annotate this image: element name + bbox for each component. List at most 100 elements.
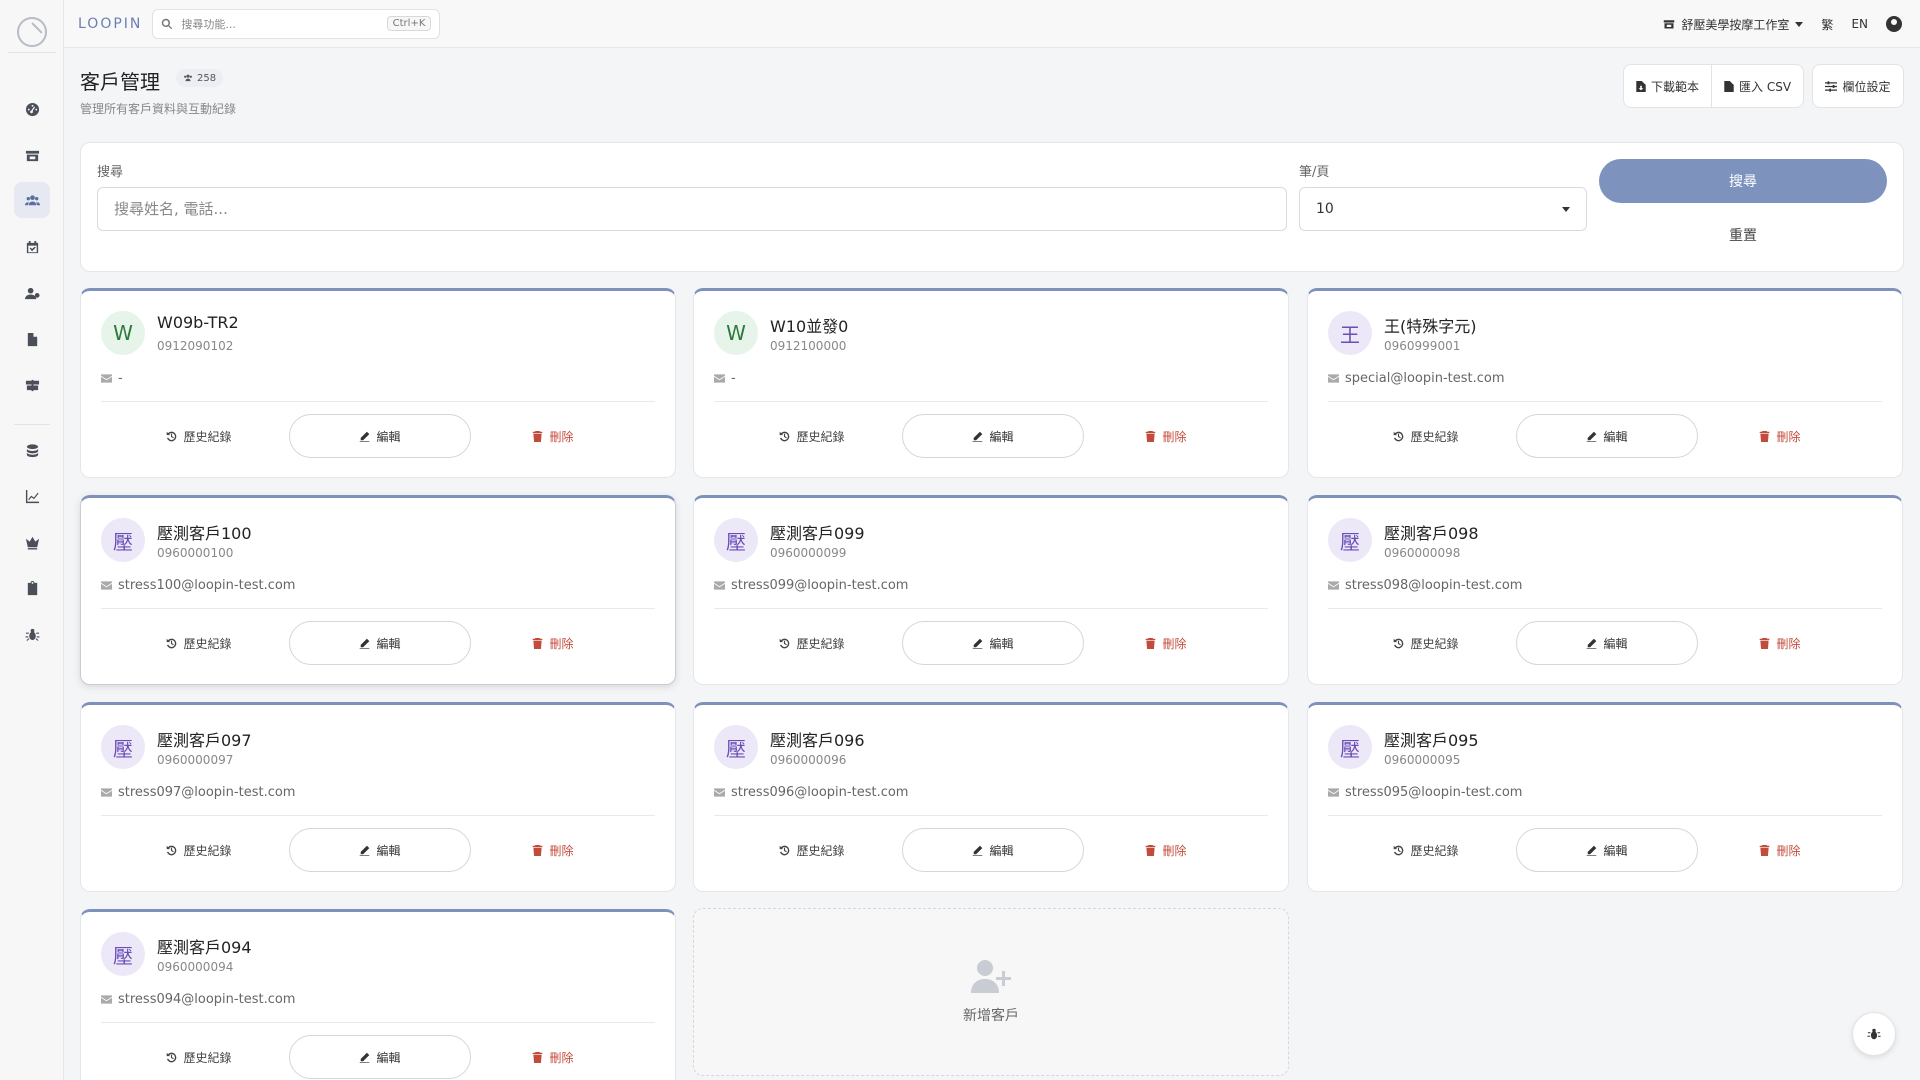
delete-button[interactable]: 刪除 xyxy=(503,828,603,872)
avatar: 壓 xyxy=(101,518,145,562)
brand-name[interactable]: LOOPIN xyxy=(78,16,142,32)
customer-card[interactable]: 壓壓測客戶097 0960000097 stress097@loopin-test.… xyxy=(80,702,676,892)
customer-card[interactable]: 王王(特殊字元) 0960999001 special@loopin-test.co… xyxy=(1307,288,1903,478)
sidebar-item-tasks[interactable] xyxy=(14,570,50,606)
edit-button[interactable]: 編輯 xyxy=(289,1035,471,1079)
customer-name[interactable]: 壓測客戶094 xyxy=(157,934,252,958)
envelope-icon xyxy=(1328,581,1339,590)
history-button[interactable]: 歷史紀錄 xyxy=(139,621,259,665)
sidebar-item-customers[interactable] xyxy=(14,182,50,218)
customer-card[interactable]: 壓壓測客戶096 0960000096 stress096@loopin-test.… xyxy=(693,702,1289,892)
edit-button[interactable]: 編輯 xyxy=(902,828,1084,872)
delete-button[interactable]: 刪除 xyxy=(1730,828,1830,872)
avatar: 壓 xyxy=(714,518,758,562)
import-csv-button[interactable]: 匯入 CSV xyxy=(1711,65,1803,107)
customer-card[interactable]: W W10並發0 0912100000 - 歷史紀錄 編輯 刪除 xyxy=(693,288,1289,478)
customer-name[interactable]: 壓測客戶100 xyxy=(157,520,252,544)
customer-name[interactable]: 壓測客戶097 xyxy=(157,727,252,751)
customer-name[interactable]: 壓測客戶098 xyxy=(1384,520,1479,544)
sidebar-item-debug[interactable] xyxy=(14,616,50,652)
delete-button[interactable]: 刪除 xyxy=(503,414,603,458)
customer-card[interactable]: 壓壓測客戶100 0960000100 stress100@loopin-test.… xyxy=(80,495,676,685)
delete-button[interactable]: 刪除 xyxy=(503,621,603,665)
sidebar-item-finance[interactable] xyxy=(14,432,50,468)
sidebar-item-staff[interactable] xyxy=(14,275,50,311)
customer-email-text: stress094@loopin-test.com xyxy=(118,992,296,1007)
edit-button[interactable]: 編輯 xyxy=(1516,414,1698,458)
download-template-button[interactable]: 下載範本 xyxy=(1624,65,1711,107)
card-divider xyxy=(101,1022,655,1023)
customer-card[interactable]: W W09b-TR2 0912090102 - 歷史紀錄 編輯 刪除 xyxy=(80,288,676,478)
history-button[interactable]: 歷史紀錄 xyxy=(139,828,259,872)
chart-icon xyxy=(25,489,39,503)
user-account-icon[interactable] xyxy=(1886,16,1902,32)
lang-zh-toggle[interactable]: 繁 xyxy=(1821,16,1833,33)
customer-name[interactable]: W09b-TR2 xyxy=(157,313,239,332)
column-settings-button[interactable]: 欄位設定 xyxy=(1812,64,1904,108)
customer-name[interactable]: 壓測客戶096 xyxy=(770,727,865,751)
delete-button[interactable]: 刪除 xyxy=(1730,621,1830,665)
file-download-icon xyxy=(1636,80,1646,92)
delete-button[interactable]: 刪除 xyxy=(1116,621,1216,665)
edit-button[interactable]: 編輯 xyxy=(1516,828,1698,872)
customer-count: 258 xyxy=(197,72,217,84)
customer-count-badge: 258 xyxy=(176,69,224,87)
floating-debug-button[interactable] xyxy=(1852,1012,1896,1056)
document-icon xyxy=(27,332,37,346)
history-button[interactable]: 歷史紀錄 xyxy=(752,414,872,458)
page-title: 客戶管理 xyxy=(80,70,160,94)
sidebar-item-calendar[interactable] xyxy=(14,229,50,265)
per-page-select[interactable]: 10 xyxy=(1299,187,1587,231)
delete-button[interactable]: 刪除 xyxy=(1116,828,1216,872)
edit-button[interactable]: 編輯 xyxy=(289,828,471,872)
bug-icon xyxy=(1867,1028,1881,1040)
edit-label: 編輯 xyxy=(989,843,1014,858)
customer-name[interactable]: W10並發0 xyxy=(770,313,848,337)
history-button[interactable]: 歷史紀錄 xyxy=(1366,828,1486,872)
envelope-icon xyxy=(101,374,112,383)
edit-button[interactable]: 編輯 xyxy=(902,414,1084,458)
edit-button[interactable]: 編輯 xyxy=(289,414,471,458)
sidebar-item-reports[interactable] xyxy=(14,478,50,514)
history-button[interactable]: 歷史紀錄 xyxy=(1366,414,1486,458)
delete-button[interactable]: 刪除 xyxy=(1116,414,1216,458)
command-search-placeholder: 搜尋功能... xyxy=(181,17,236,31)
card-divider xyxy=(714,608,1268,609)
search-input[interactable] xyxy=(97,187,1287,231)
history-icon xyxy=(1394,638,1404,648)
app-logo[interactable] xyxy=(17,17,47,47)
history-button[interactable]: 歷史紀錄 xyxy=(1366,621,1486,665)
customer-card[interactable]: 壓壓測客戶098 0960000098 stress098@loopin-test.… xyxy=(1307,495,1903,685)
reset-button[interactable]: 重置 xyxy=(1599,213,1887,257)
sidebar-item-dashboard[interactable] xyxy=(14,91,50,127)
sidebar-item-documents[interactable] xyxy=(14,321,50,357)
history-button[interactable]: 歷史紀錄 xyxy=(139,1035,259,1079)
history-button[interactable]: 歷史紀錄 xyxy=(752,621,872,665)
history-button[interactable]: 歷史紀錄 xyxy=(139,414,259,458)
delete-button[interactable]: 刪除 xyxy=(1730,414,1830,458)
history-button[interactable]: 歷史紀錄 xyxy=(752,828,872,872)
edit-button[interactable]: 編輯 xyxy=(902,621,1084,665)
sidebar-item-services[interactable] xyxy=(14,366,50,402)
add-customer-card[interactable]: 新增客戶 xyxy=(693,908,1289,1076)
customer-name[interactable]: 壓測客戶099 xyxy=(770,520,865,544)
delete-label: 刪除 xyxy=(549,429,574,444)
customer-card[interactable]: 壓壓測客戶095 0960000095 stress095@loopin-test.… xyxy=(1307,702,1903,892)
sidebar-item-membership[interactable] xyxy=(14,524,50,560)
customer-name[interactable]: 壓測客戶095 xyxy=(1384,727,1479,751)
download-template-label: 下載範本 xyxy=(1651,79,1700,94)
sidebar-item-store[interactable] xyxy=(14,137,50,173)
edit-button[interactable]: 編輯 xyxy=(289,621,471,665)
delete-button[interactable]: 刪除 xyxy=(503,1035,603,1079)
shop-selector[interactable]: 舒壓美學按摩工作室 xyxy=(1663,16,1804,33)
history-icon xyxy=(167,638,177,648)
command-search[interactable]: 搜尋功能... Ctrl+K xyxy=(152,8,441,39)
clipboard-icon xyxy=(27,580,37,595)
edit-button[interactable]: 編輯 xyxy=(1516,621,1698,665)
customer-card[interactable]: 壓壓測客戶099 0960000099 stress099@loopin-test.… xyxy=(693,495,1289,685)
customer-email: special@loopin-test.com xyxy=(1328,371,1505,386)
customer-name[interactable]: 王(特殊字元) xyxy=(1384,313,1477,337)
search-button[interactable]: 搜尋 xyxy=(1599,159,1887,203)
customer-card[interactable]: 壓壓測客戶094 0960000094 stress094@loopin-test.… xyxy=(80,909,676,1080)
lang-en-toggle[interactable]: EN xyxy=(1851,17,1868,31)
